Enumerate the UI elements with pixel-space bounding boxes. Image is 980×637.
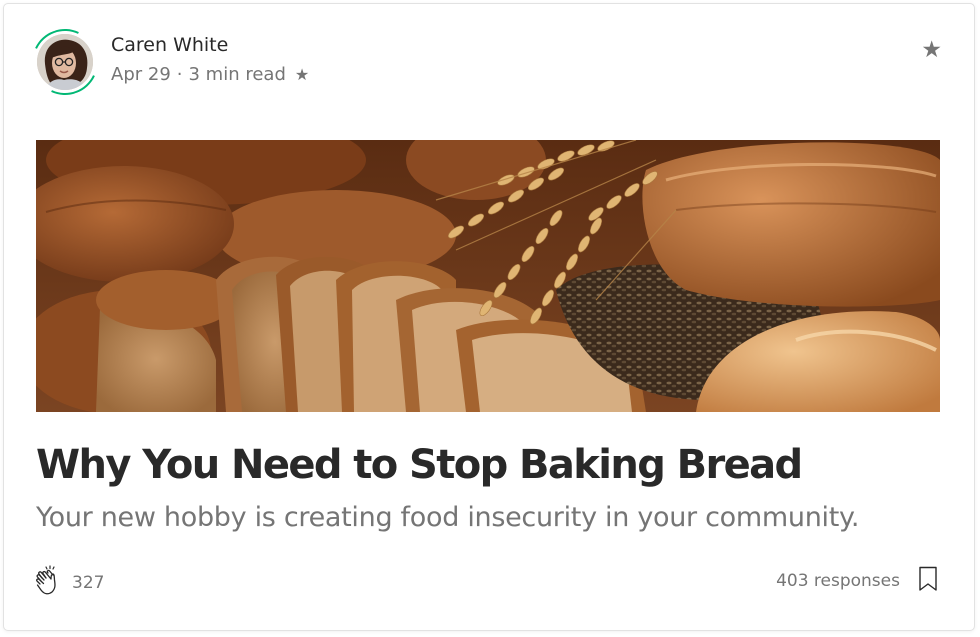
- member-star-icon: ★: [294, 65, 310, 84]
- avatar-ring[interactable]: [22, 19, 108, 105]
- responses-link[interactable]: 403 responses: [776, 571, 900, 591]
- avatar-image: [37, 34, 93, 90]
- star-icon[interactable]: ★: [921, 38, 942, 62]
- bread-photo: [36, 140, 940, 412]
- clap-count[interactable]: 327: [72, 573, 104, 593]
- clap-area: 327: [32, 564, 104, 602]
- byline-separator: ·: [176, 64, 183, 85]
- hero-image[interactable]: [36, 140, 940, 412]
- author-name[interactable]: Caren White: [111, 33, 309, 57]
- story-card[interactable]: Caren White Apr 29 · 3 min read ★ ★ Why …: [3, 3, 975, 631]
- author-meta: Caren White Apr 29 · 3 min read ★: [111, 34, 309, 87]
- post-date[interactable]: Apr 29: [111, 63, 171, 87]
- bookmark-icon[interactable]: [918, 566, 938, 596]
- byline: Apr 29 · 3 min read ★: [111, 63, 309, 87]
- response-area: 403 responses: [776, 566, 938, 596]
- article-subtitle[interactable]: Your new hobby is creating food insecuri…: [36, 500, 859, 536]
- avatar[interactable]: [37, 34, 93, 90]
- article-title[interactable]: Why You Need to Stop Baking Bread: [36, 440, 803, 490]
- clap-icon[interactable]: [32, 564, 66, 602]
- read-time: 3 min read: [188, 64, 286, 85]
- author-block: Caren White Apr 29 · 3 min read ★: [22, 19, 309, 105]
